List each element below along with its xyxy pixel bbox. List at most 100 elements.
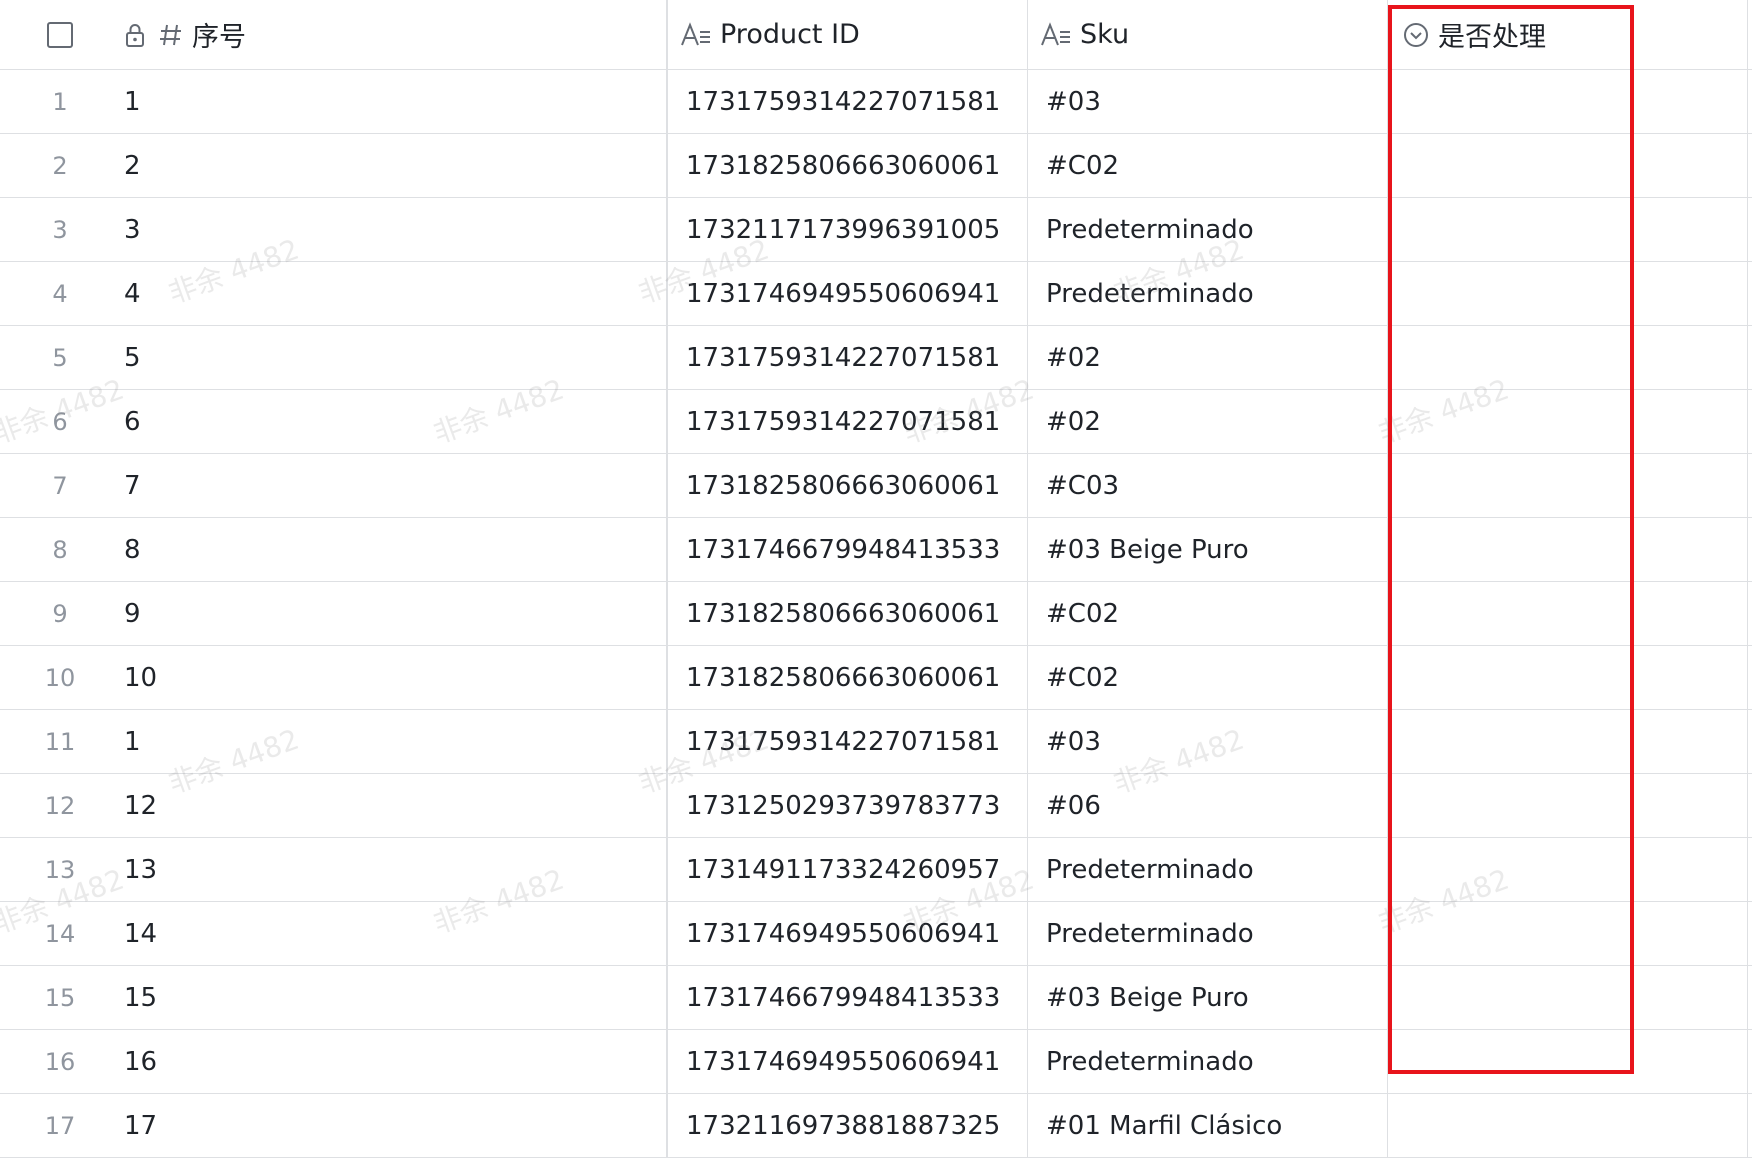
table-row[interactable]: 6 6 1731759314227071581 #02 [0,390,1752,454]
cell-processed[interactable] [1387,838,1747,901]
row-index: 5 [52,343,68,372]
cell-sku[interactable]: Predeterminado [1027,262,1387,325]
column-label-sku: Sku [1080,19,1130,50]
table-row[interactable]: 13 13 1731491173324260957 Predeterminado [0,838,1752,902]
cell-product-id[interactable]: 1732117173996391005 [666,198,1027,261]
cell-product-id[interactable]: 1731746679948413533 [666,518,1027,581]
cell-sequence[interactable]: 6 [124,390,666,453]
column-header-sequence[interactable]: 序号 [124,0,666,69]
cell-processed[interactable] [1387,134,1747,197]
cell-sku[interactable]: #03 Beige Puro [1027,966,1387,1029]
cell-sequence[interactable]: 15 [124,966,666,1029]
cell-processed[interactable] [1387,1030,1747,1093]
cell-sequence[interactable]: 1 [124,70,666,133]
table-row[interactable]: 14 14 1731746949550606941 Predeterminado [0,902,1752,966]
cell-sku[interactable]: #01 Marfil Clásico [1027,1094,1387,1157]
cell-sequence[interactable]: 9 [124,582,666,645]
cell-product-id[interactable]: 1732116973881887325 [666,1094,1027,1157]
cell-product-id[interactable]: 1731250293739783773 [666,774,1027,837]
cell-processed[interactable] [1387,70,1747,133]
cell-product-id[interactable]: 1731759314227071581 [666,70,1027,133]
cell-sequence[interactable]: 3 [124,198,666,261]
cell-processed[interactable] [1387,710,1747,773]
cell-sequence[interactable]: 2 [124,134,666,197]
cell-sequence[interactable]: 14 [124,902,666,965]
cell-sequence[interactable]: 10 [124,646,666,709]
table-row[interactable]: 2 2 1731825806663060061 #C02 [0,134,1752,198]
table-row[interactable]: 8 8 1731746679948413533 #03 Beige Puro [0,518,1752,582]
cell-sequence[interactable]: 4 [124,262,666,325]
cell-product-id[interactable]: 1731491173324260957 [666,838,1027,901]
cell-product-id[interactable]: 1731759314227071581 [666,390,1027,453]
cell-processed[interactable] [1387,774,1747,837]
cell-sequence[interactable]: 8 [124,518,666,581]
cell-processed[interactable] [1387,902,1747,965]
cell-product-id[interactable]: 1731759314227071581 [666,710,1027,773]
cell-product-id[interactable]: 1731746949550606941 [666,262,1027,325]
row-edge [1747,1030,1752,1093]
table-row[interactable]: 1 1 1731759314227071581 #03 [0,70,1752,134]
cell-sequence[interactable]: 12 [124,774,666,837]
cell-processed[interactable] [1387,582,1747,645]
row-edge [1747,134,1752,197]
cell-sequence[interactable]: 13 [124,838,666,901]
cell-sequence[interactable]: 1 [124,710,666,773]
cell-sku[interactable]: #C02 [1027,646,1387,709]
cell-product-id[interactable]: 1731746949550606941 [666,1030,1027,1093]
cell-product-id[interactable]: 1731825806663060061 [666,646,1027,709]
cell-product-id[interactable]: 1731825806663060061 [666,582,1027,645]
select-all-checkbox[interactable] [47,21,73,48]
table-row[interactable]: 3 3 1732117173996391005 Predeterminado [0,198,1752,262]
cell-product-id[interactable]: 1731746949550606941 [666,902,1027,965]
table-row[interactable]: 10 10 1731825806663060061 #C02 [0,646,1752,710]
table-row[interactable]: 12 12 1731250293739783773 #06 [0,774,1752,838]
cell-sku[interactable]: #03 Beige Puro [1027,518,1387,581]
cell-product-id[interactable]: 1731759314227071581 [666,326,1027,389]
cell-processed[interactable] [1387,262,1747,325]
cell-processed[interactable] [1387,646,1747,709]
column-header-sku[interactable]: Sku [1027,0,1387,69]
cell-processed[interactable] [1387,390,1747,453]
cell-processed[interactable] [1387,326,1747,389]
cell-sequence[interactable]: 17 [124,1094,666,1157]
cell-sku[interactable]: #02 [1027,390,1387,453]
column-header-product-id[interactable]: Product ID [666,0,1027,69]
cell-sequence[interactable]: 7 [124,454,666,517]
cell-sku[interactable]: #C03 [1027,454,1387,517]
table-row[interactable]: 17 17 1732116973881887325 #01 Marfil Clásic… [0,1094,1752,1158]
table-row[interactable]: 7 7 1731825806663060061 #C03 [0,454,1752,518]
cell-sku[interactable]: #C02 [1027,582,1387,645]
cell-processed[interactable] [1387,518,1747,581]
cell-processed[interactable] [1387,198,1747,261]
column-header-processed[interactable]: 是否处理 [1387,0,1747,69]
cell-product-id[interactable]: 1731746679948413533 [666,966,1027,1029]
table-row[interactable]: 16 16 1731746949550606941 Predeterminado [0,1030,1752,1094]
cell-product-id[interactable]: 1731825806663060061 [666,454,1027,517]
cell-sku[interactable]: Predeterminado [1027,902,1387,965]
cell-sku[interactable]: #03 [1027,70,1387,133]
table-row[interactable]: 15 15 1731746679948413533 #03 Beige Puro [0,966,1752,1030]
cell-sku[interactable]: Predeterminado [1027,198,1387,261]
row-index: 7 [52,471,68,500]
cell-sku[interactable]: Predeterminado [1027,1030,1387,1093]
cell-sku[interactable]: Predeterminado [1027,838,1387,901]
cell-processed[interactable] [1387,1094,1747,1157]
table-row[interactable]: 5 5 1731759314227071581 #02 [0,326,1752,390]
cell-sku[interactable]: #C02 [1027,134,1387,197]
cell-processed[interactable] [1387,966,1747,1029]
cell-processed[interactable] [1387,454,1747,517]
table-row[interactable]: 4 4 1731746949550606941 Predeterminado [0,262,1752,326]
row-edge [1747,774,1752,837]
cell-product-id[interactable]: 1731825806663060061 [666,134,1027,197]
table-row[interactable]: 11 1 1731759314227071581 #03 [0,710,1752,774]
row-edge [1747,966,1752,1029]
row-index: 9 [52,599,68,628]
cell-sku[interactable]: #06 [1027,774,1387,837]
column-label-processed: 是否处理 [1438,22,1546,53]
cell-sequence[interactable]: 5 [124,326,666,389]
row-index: 10 [44,663,76,692]
table-row[interactable]: 9 9 1731825806663060061 #C02 [0,582,1752,646]
cell-sequence[interactable]: 16 [124,1030,666,1093]
cell-sku[interactable]: #02 [1027,326,1387,389]
cell-sku[interactable]: #03 [1027,710,1387,773]
